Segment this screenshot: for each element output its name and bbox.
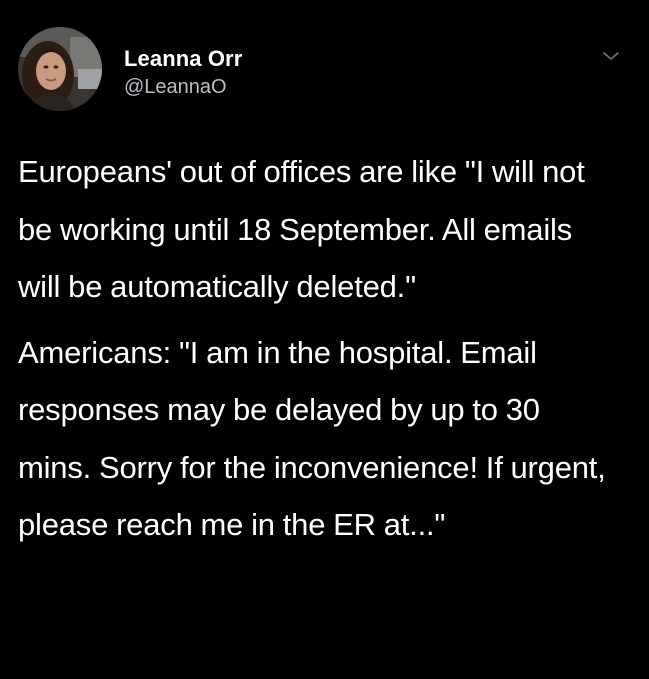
chevron-down-icon[interactable]: [599, 44, 623, 68]
tweet-card: Leanna Orr @LeannaO Europeans' out of of…: [0, 0, 649, 679]
profile-photo-icon: [18, 27, 102, 111]
user-handle[interactable]: @LeannaO: [124, 74, 242, 100]
tweet-header: Leanna Orr @LeannaO: [18, 27, 629, 111]
display-name[interactable]: Leanna Orr: [124, 46, 242, 72]
tweet-text: Europeans' out of offices are like "I wi…: [18, 143, 619, 554]
tweet-paragraph-europeans: Europeans' out of offices are like "I wi…: [18, 154, 585, 304]
tweet-paragraph-americans: Americans: "I am in the hospital. Email …: [18, 334, 606, 543]
author-names: Leanna Orr @LeannaO: [124, 46, 242, 100]
avatar[interactable]: [18, 27, 102, 111]
